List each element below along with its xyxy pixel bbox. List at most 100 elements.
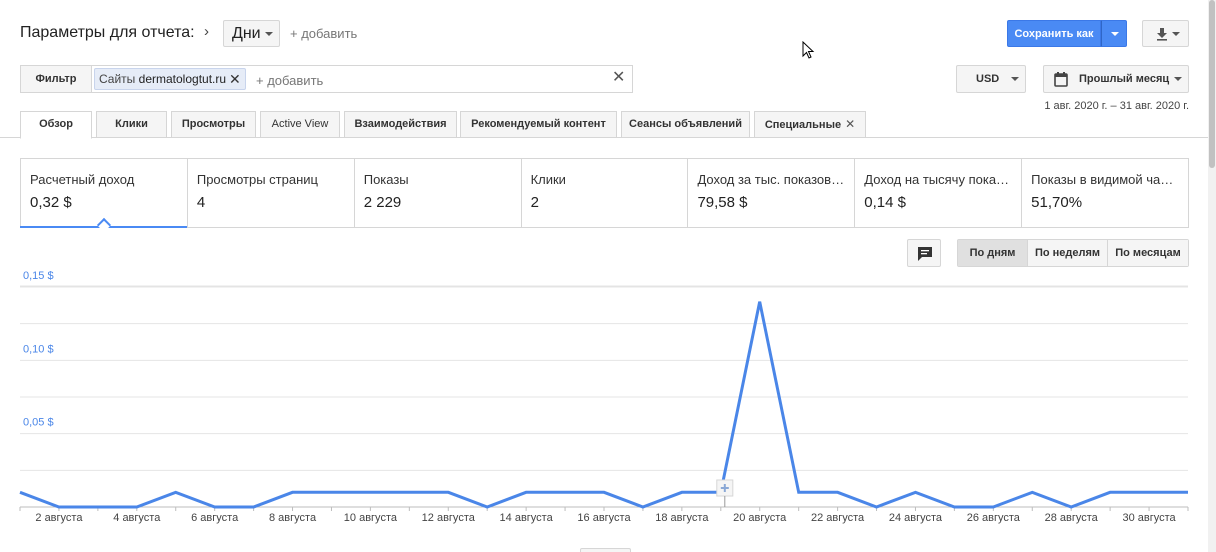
scrollbar-thumb[interactable] bbox=[1209, 0, 1215, 168]
comment-icon bbox=[918, 247, 932, 261]
x-tick-label: 22 августа bbox=[811, 512, 865, 524]
dimension-label: Дни bbox=[232, 25, 261, 42]
save-options-dropdown[interactable] bbox=[1101, 20, 1127, 47]
annotations-button[interactable] bbox=[907, 239, 941, 267]
filter-button[interactable]: Фильтр bbox=[20, 65, 92, 93]
granularity-weeks-button[interactable]: По неделям bbox=[1028, 240, 1108, 266]
scorecard-value: 4 bbox=[196, 194, 206, 211]
scorecard-label: Просмотры страниц bbox=[196, 172, 318, 187]
filter-add-link[interactable]: + добавить bbox=[256, 73, 323, 88]
scorecard-label: Показы bbox=[363, 172, 409, 187]
bottom-control[interactable] bbox=[580, 548, 631, 552]
x-tick-label: 4 августа bbox=[113, 512, 161, 524]
scorecard-clicks[interactable]: Клики 2 bbox=[522, 159, 689, 227]
scorecard-value: 2 229 bbox=[363, 194, 402, 211]
scorecard-page-views[interactable]: Просмотры страниц 4 bbox=[188, 159, 355, 227]
chevron-right-icon: › bbox=[204, 23, 209, 40]
data-point bbox=[1107, 489, 1113, 495]
filter-chip-prefix: Сайты bbox=[99, 72, 136, 86]
caret-down-icon bbox=[265, 32, 273, 36]
scorecard-rpm-impressions[interactable]: Доход за тыс. показов… 79,58 $ bbox=[688, 159, 856, 227]
data-point bbox=[640, 504, 646, 510]
caret-down-icon bbox=[1111, 32, 1119, 36]
data-point bbox=[406, 489, 412, 495]
x-tick-label: 24 августа bbox=[889, 512, 943, 524]
series-line bbox=[19, 301, 1188, 509]
download-button[interactable] bbox=[1142, 20, 1189, 47]
add-dimension-link[interactable]: + добавить bbox=[290, 26, 357, 41]
revenue-line-chart: 0,05 $ 0,10 $ 0,15 $ 2 августа 4 августа 6 ав… bbox=[17, 270, 1191, 524]
scorecard-rpm[interactable]: Доход на тысячу пока… 0,14 $ bbox=[855, 159, 1023, 227]
data-point bbox=[1146, 489, 1152, 495]
dimension-dropdown[interactable]: Дни bbox=[223, 20, 280, 47]
x-tick-label: 28 августа bbox=[1045, 512, 1099, 524]
data-point bbox=[17, 489, 23, 495]
close-icon[interactable]: ✕ bbox=[845, 117, 855, 131]
scorecard-value: 79,58 $ bbox=[697, 194, 748, 211]
scorecard-label: Расчетный доход bbox=[30, 172, 135, 187]
data-point bbox=[56, 504, 62, 510]
filter-chip[interactable]: Сайты dermatologtut.ru bbox=[94, 68, 246, 90]
scorecard-label: Доход за тыс. показов… bbox=[697, 172, 845, 187]
data-point bbox=[951, 504, 957, 510]
tab-active-view[interactable]: Active View bbox=[260, 111, 340, 138]
scorecard-impressions[interactable]: Показы 2 229 bbox=[355, 159, 522, 227]
scorecard-label: Доход на тысячу пока… bbox=[864, 172, 1010, 187]
x-tick-label: 30 августа bbox=[1122, 512, 1176, 524]
tab-ad-sessions[interactable]: Сеансы объявлений bbox=[621, 111, 750, 138]
tab-views[interactable]: Просмотры bbox=[171, 111, 256, 138]
data-point bbox=[328, 489, 334, 495]
x-tick-label: 8 августа bbox=[269, 512, 317, 524]
scorecard-value: 51,70% bbox=[1031, 194, 1083, 211]
y-tick-label: 0,15 $ bbox=[23, 270, 54, 282]
granularity-months-button[interactable]: По месяцам bbox=[1108, 240, 1188, 266]
x-tick-label: 18 августа bbox=[655, 512, 709, 524]
scorecard-estimated-revenue[interactable]: Расчетный доход 0,32 $ bbox=[21, 159, 188, 227]
data-point bbox=[601, 489, 607, 495]
scorecard-label: Показы в видимой ча… bbox=[1031, 172, 1174, 187]
data-point bbox=[990, 504, 996, 510]
data-point bbox=[1029, 489, 1035, 495]
granularity-days-button[interactable]: По дням bbox=[958, 240, 1028, 266]
data-point bbox=[1068, 504, 1074, 510]
currency-label: USD bbox=[976, 73, 1000, 85]
x-tick-label: 14 августа bbox=[500, 512, 554, 524]
scorecard-value: 0,14 $ bbox=[864, 194, 907, 211]
data-point bbox=[367, 489, 373, 495]
clear-filter-icon[interactable]: ✕ bbox=[612, 70, 625, 86]
scorecard-value: 2 bbox=[530, 194, 539, 211]
close-icon[interactable]: ✕ bbox=[229, 71, 241, 87]
x-tick-label: 10 августа bbox=[344, 512, 398, 524]
data-point bbox=[484, 504, 490, 510]
data-point bbox=[912, 489, 918, 495]
x-tick-label: 16 августа bbox=[577, 512, 631, 524]
tab-overview[interactable]: Обзор bbox=[20, 111, 92, 139]
y-tick-label: 0,10 $ bbox=[23, 343, 54, 355]
granularity-toggle: По дням По неделям По месяцам bbox=[957, 239, 1189, 267]
data-point bbox=[290, 489, 296, 495]
currency-dropdown[interactable]: USD bbox=[956, 65, 1026, 93]
caret-down-icon bbox=[1011, 77, 1019, 81]
download-icon bbox=[1157, 28, 1167, 41]
save-as-button[interactable]: Сохранить как bbox=[1007, 20, 1101, 47]
data-point bbox=[1185, 489, 1191, 495]
data-point bbox=[679, 489, 685, 495]
x-tick-label: 2 августа bbox=[35, 512, 83, 524]
x-tick-label: 20 августа bbox=[733, 512, 787, 524]
tab-custom[interactable]: Специальные ✕ bbox=[754, 111, 866, 138]
scorecards: Расчетный доход 0,32 $ Просмотры страниц… bbox=[20, 158, 1189, 228]
x-tick-label: 12 августа bbox=[422, 512, 476, 524]
y-tick-label: 0,05 $ bbox=[23, 417, 54, 429]
date-range-dropdown[interactable]: Прошлый месяц bbox=[1043, 65, 1189, 93]
scorecard-value: 0,32 $ bbox=[30, 194, 72, 211]
data-point bbox=[173, 489, 179, 495]
caret-down-icon bbox=[1174, 77, 1182, 81]
tab-interactions[interactable]: Взаимодействия bbox=[344, 111, 457, 138]
date-range-text: 1 авг. 2020 г. – 31 авг. 2020 г. bbox=[1044, 100, 1189, 112]
data-point bbox=[212, 504, 218, 510]
tab-clicks[interactable]: Клики bbox=[96, 111, 167, 138]
tab-recommended-content[interactable]: Рекомендуемый контент bbox=[460, 111, 617, 138]
caret-down-icon bbox=[1172, 32, 1180, 36]
data-point bbox=[835, 489, 841, 495]
scorecard-viewable-impressions[interactable]: Показы в видимой ча… 51,70% bbox=[1022, 159, 1188, 227]
